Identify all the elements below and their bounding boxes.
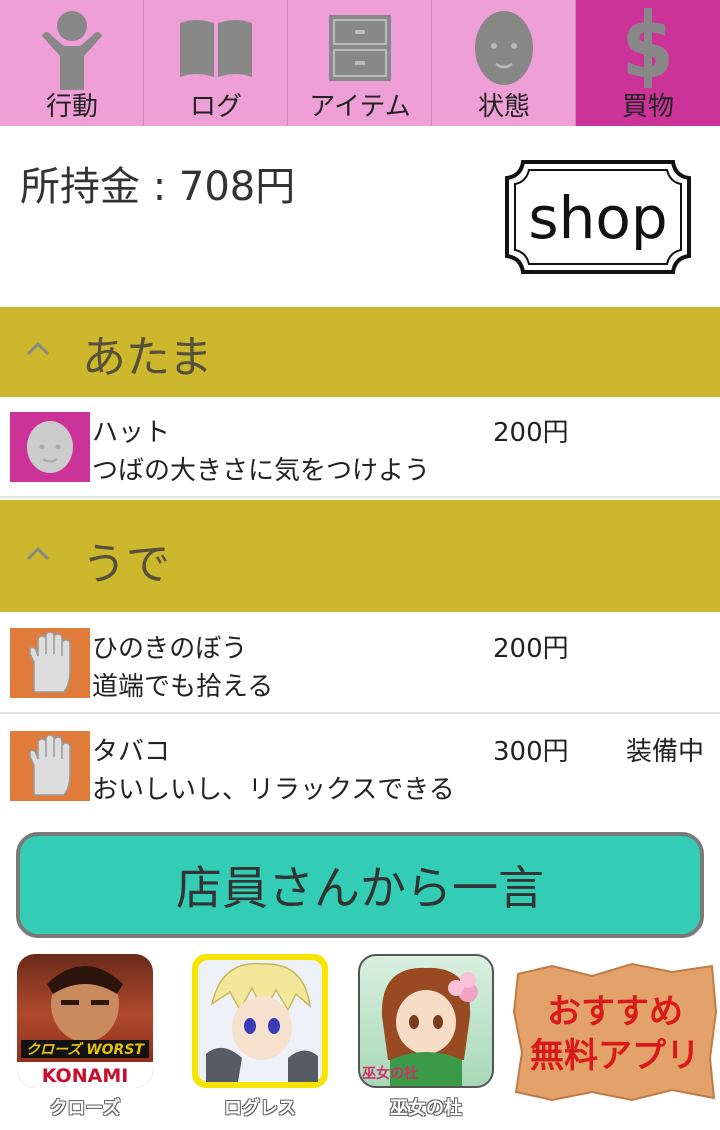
shop-item-row[interactable]: タバコ おいしいし、リラックスできる 300円 装備中: [0, 717, 720, 817]
svg-text:S: S: [622, 9, 674, 88]
tab-action[interactable]: 行動: [0, 0, 144, 126]
chevron-up-icon: [26, 341, 50, 356]
app-icon-logres: [192, 954, 328, 1088]
tab-status[interactable]: 状態: [432, 0, 576, 126]
face-icon: [27, 421, 73, 473]
app-caption: 巫女の杜: [390, 1098, 462, 1119]
tab-label: 行動: [45, 92, 98, 122]
face-icon: [432, 6, 576, 90]
tab-label: アイテム: [309, 92, 411, 122]
hand-icon: [29, 632, 71, 693]
tab-items[interactable]: アイテム: [288, 0, 432, 126]
recommended-free-apps-banner[interactable]: おすすめ 無料アプリ: [512, 962, 718, 1102]
tab-label: ログ: [189, 92, 242, 122]
person-icon: [0, 6, 144, 90]
dollar-icon: S: [576, 6, 720, 90]
shop-item-row[interactable]: ひのきのぼう 道端でも拾える 200円: [0, 614, 720, 714]
item-icon-bg: [10, 731, 90, 801]
tab-label: 買物: [621, 92, 674, 122]
category-header-arm[interactable]: うで: [0, 500, 720, 612]
item-price: 200円: [493, 418, 569, 448]
shop-item-row[interactable]: ハット つばの大きさに気をつけよう 200円: [0, 398, 720, 498]
app-brand-konami: KONAMI: [42, 1065, 129, 1087]
clerk-message-button[interactable]: 店員さんから一言: [16, 832, 704, 938]
app-ad-crows[interactable]: クローズ WORST KONAMI クローズ: [17, 954, 153, 1119]
item-description: おいしいし、リラックスできる: [92, 775, 455, 805]
app-icon-crows: クローズ WORST KONAMI: [17, 954, 153, 1088]
item-description: 道端でも拾える: [92, 672, 274, 702]
category-header-head[interactable]: あたま: [0, 307, 720, 397]
tab-label: 状態: [477, 92, 530, 122]
app-icon-miko: 巫女の杜: [358, 954, 494, 1088]
shop-sign-logo: shop: [503, 152, 693, 282]
item-price: 200円: [493, 634, 569, 664]
recommend-line2: 無料アプリ: [530, 1036, 700, 1076]
item-name: ひのきのぼう: [92, 634, 248, 664]
recommend-line1: おすすめ: [547, 992, 683, 1032]
tab-shop[interactable]: S 買物: [576, 0, 720, 126]
app-caption: クローズ: [49, 1098, 121, 1119]
item-icon-bg: [10, 628, 90, 698]
app-ad-strip: クローズ WORST KONAMI クローズ ログレス 巫女の杜 巫女の杜 おす…: [0, 950, 720, 1130]
item-icon-bg: [10, 412, 90, 482]
category-title: あたま: [82, 332, 213, 383]
money-display: 所持金 : 708円: [20, 164, 296, 210]
chevron-up-icon: [26, 546, 50, 561]
item-status-equipped: 装備中: [626, 737, 705, 767]
tab-log[interactable]: ログ: [144, 0, 288, 126]
app-caption: ログレス: [224, 1098, 296, 1119]
hand-icon: [29, 735, 71, 796]
item-description: つばの大きさに気をつけよう: [92, 456, 431, 486]
item-name: タバコ: [92, 737, 171, 767]
shop-sign-text: shop: [528, 184, 667, 252]
category-title: うで: [82, 539, 170, 590]
app-logo-crows: クローズ WORST: [26, 1041, 145, 1058]
app-ad-miko[interactable]: 巫女の杜 巫女の杜: [358, 954, 494, 1119]
drawer-icon: [288, 6, 432, 90]
app-ad-logres[interactable]: ログレス: [192, 954, 328, 1119]
item-name: ハット: [92, 418, 171, 448]
book-icon: [144, 6, 288, 90]
tab-bar: 行動 ログ アイテム 状態 S 買物: [0, 0, 720, 126]
item-price: 300円: [493, 737, 569, 767]
app-logo-miko: 巫女の杜: [362, 1065, 418, 1082]
